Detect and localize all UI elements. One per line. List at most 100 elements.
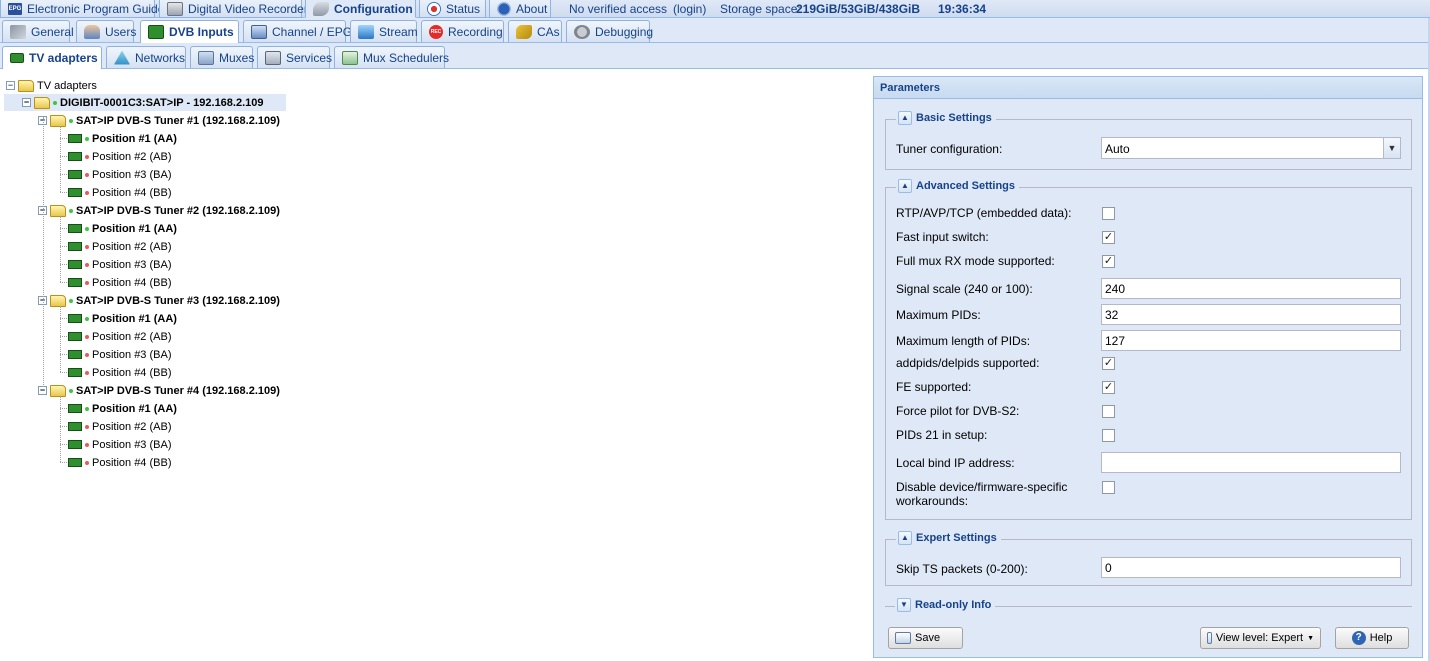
parameters-panel: Parameters ▲ Basic Settings Tuner config… [873, 76, 1423, 658]
field-checkbox[interactable]: ✓ [1102, 255, 1115, 268]
tab-cas[interactable]: CAs [508, 20, 562, 42]
tree-connector-line [60, 246, 67, 247]
tab-muxes[interactable]: Muxes [190, 46, 254, 68]
tv-card-icon [68, 458, 82, 467]
tuner-configuration-select[interactable]: Auto ▼ [1101, 137, 1401, 159]
tv-card-icon [68, 224, 82, 233]
tab-status[interactable]: Status [419, 0, 486, 18]
field-text-input[interactable]: 240 [1101, 278, 1401, 299]
tab-electronic-program-guide[interactable]: EPG Electronic Program Guide [0, 0, 164, 18]
skip-ts-packets-input[interactable]: 0 [1101, 557, 1401, 578]
tree-tuner-node[interactable]: − SAT>IP DVB-S Tuner #3 (192.168.2.109) [38, 292, 280, 309]
tab-about[interactable]: About [489, 0, 551, 18]
field-text-input[interactable]: 32 [1101, 304, 1401, 325]
tab-debugging[interactable]: Debugging [566, 20, 653, 42]
collapse-icon[interactable]: − [22, 98, 31, 107]
view-level-button[interactable]: View level: Expert ▼ [1200, 627, 1321, 649]
tree-position-node[interactable]: Position #4 (BB) [68, 364, 171, 381]
status-dot-icon [85, 280, 89, 285]
tree-tuner-node[interactable]: − SAT>IP DVB-S Tuner #4 (192.168.2.109) [38, 382, 280, 399]
tab-general[interactable]: General [2, 20, 74, 42]
tab-networks[interactable]: Networks [106, 46, 186, 68]
status-dot-icon [85, 316, 89, 321]
field-checkbox[interactable] [1102, 481, 1115, 494]
collapse-arrow-icon[interactable]: ▲ [898, 179, 912, 193]
tree-node-label: Position #4 (BB) [92, 186, 172, 199]
collapse-arrow-icon[interactable]: ▲ [898, 111, 912, 125]
tree-position-node[interactable]: Position #1 (AA) [68, 220, 177, 237]
chevron-down-icon[interactable]: ▼ [1383, 138, 1400, 158]
folder-icon [50, 204, 66, 217]
tree-connector-line [43, 117, 44, 387]
status-dot-icon [85, 370, 89, 375]
tree-position-node[interactable]: Position #4 (BB) [68, 274, 171, 291]
tree-node-label: SAT>IP DVB-S Tuner #2 (192.168.2.109) [76, 204, 280, 217]
tab-digital-video-recorder[interactable]: Digital Video Recorder [159, 0, 308, 18]
tree-node-label: TV adapters [37, 79, 97, 92]
advanced-settings-legend[interactable]: ▲ Advanced Settings [896, 179, 1020, 193]
expert-settings-legend[interactable]: ▲ Expert Settings [896, 531, 1001, 545]
tree-position-node[interactable]: Position #2 (AB) [68, 148, 171, 165]
tab-dvb-inputs[interactable]: DVB Inputs [140, 20, 239, 43]
expand-arrow-icon[interactable]: ▼ [897, 598, 911, 612]
field-label: addpids/delpids supported: [896, 356, 1040, 370]
tab-mux-schedulers[interactable]: Mux Schedulers [334, 46, 449, 68]
help-button[interactable]: ? Help [1335, 627, 1409, 649]
tab-recording[interactable]: REC Recording [421, 20, 504, 42]
tree-connector-line [60, 306, 61, 372]
status-dot-icon [69, 118, 73, 123]
tree-position-node[interactable]: Position #4 (BB) [68, 184, 171, 201]
field-checkbox[interactable]: ✓ [1102, 231, 1115, 244]
status-dot-icon [69, 388, 73, 393]
tree-position-node[interactable]: Position #3 (BA) [68, 436, 171, 453]
tree-tuner-node[interactable]: − SAT>IP DVB-S Tuner #2 (192.168.2.109) [38, 202, 280, 219]
field-text-input[interactable] [1101, 452, 1401, 473]
tab-users[interactable]: Users [76, 20, 136, 42]
access-status-text: No verified access [569, 2, 668, 16]
tree-position-node[interactable]: Position #3 (BA) [68, 256, 171, 273]
tree-position-node[interactable]: Position #2 (AB) [68, 238, 171, 255]
tree-connector-line [60, 282, 67, 283]
tree-position-node[interactable]: Position #1 (AA) [68, 130, 177, 147]
tab-services[interactable]: Services [257, 46, 332, 68]
tree-device-node[interactable]: − DIGIBIT-0001C3:SAT>IP - 192.168.2.109 [4, 94, 286, 111]
record-icon: REC [429, 24, 443, 39]
tree-position-node[interactable]: Position #3 (BA) [68, 346, 171, 363]
folder-icon [50, 114, 66, 127]
tv-card-icon [68, 242, 82, 251]
tree-node-label: Position #4 (BB) [92, 366, 172, 379]
tab-stream[interactable]: Stream [350, 20, 418, 42]
tree-root-node[interactable]: − TV adapters [6, 77, 97, 94]
field-text-input[interactable]: 127 [1101, 330, 1401, 351]
field-checkbox[interactable] [1102, 405, 1115, 418]
tab-configuration[interactable]: Configuration [305, 0, 416, 18]
login-link[interactable]: (login) [673, 2, 706, 16]
field-checkbox[interactable] [1102, 429, 1115, 442]
tree-position-node[interactable]: Position #4 (BB) [68, 454, 171, 471]
tree-tuner-node[interactable]: − SAT>IP DVB-S Tuner #1 (192.168.2.109) [38, 112, 280, 129]
top-navigation-bar: EPG Electronic Program Guide Digital Vid… [0, 0, 1430, 18]
collapse-arrow-icon[interactable]: ▲ [898, 531, 912, 545]
tree-position-node[interactable]: Position #1 (AA) [68, 310, 177, 327]
status-dot-icon [69, 298, 73, 303]
tree-position-node[interactable]: Position #2 (AB) [68, 328, 171, 345]
field-checkbox[interactable] [1102, 207, 1115, 220]
field-label: Disable device/firmware-specific workaro… [896, 480, 1068, 508]
tab-tv-adapters[interactable]: TV adapters [2, 46, 102, 69]
basic-settings-legend[interactable]: ▲ Basic Settings [896, 111, 996, 125]
collapse-icon[interactable]: − [6, 81, 15, 90]
readonly-info-legend[interactable]: ▼ Read-only Info [895, 598, 996, 612]
view-level-icon [1207, 632, 1212, 644]
tab-channel-epg[interactable]: Channel / EPG [243, 20, 352, 42]
save-button[interactable]: Save [888, 627, 963, 649]
field-checkbox[interactable]: ✓ [1102, 357, 1115, 370]
collapse-icon[interactable]: − [38, 386, 47, 395]
tree-position-node[interactable]: Position #1 (AA) [68, 400, 177, 417]
field-label: Fast input switch: [896, 230, 989, 244]
field-checkbox[interactable]: ✓ [1102, 381, 1115, 394]
tree-connector-line [60, 426, 67, 427]
services-icon [265, 50, 281, 65]
users-icon [84, 24, 100, 39]
tree-position-node[interactable]: Position #3 (BA) [68, 166, 171, 183]
tree-position-node[interactable]: Position #2 (AB) [68, 418, 171, 435]
